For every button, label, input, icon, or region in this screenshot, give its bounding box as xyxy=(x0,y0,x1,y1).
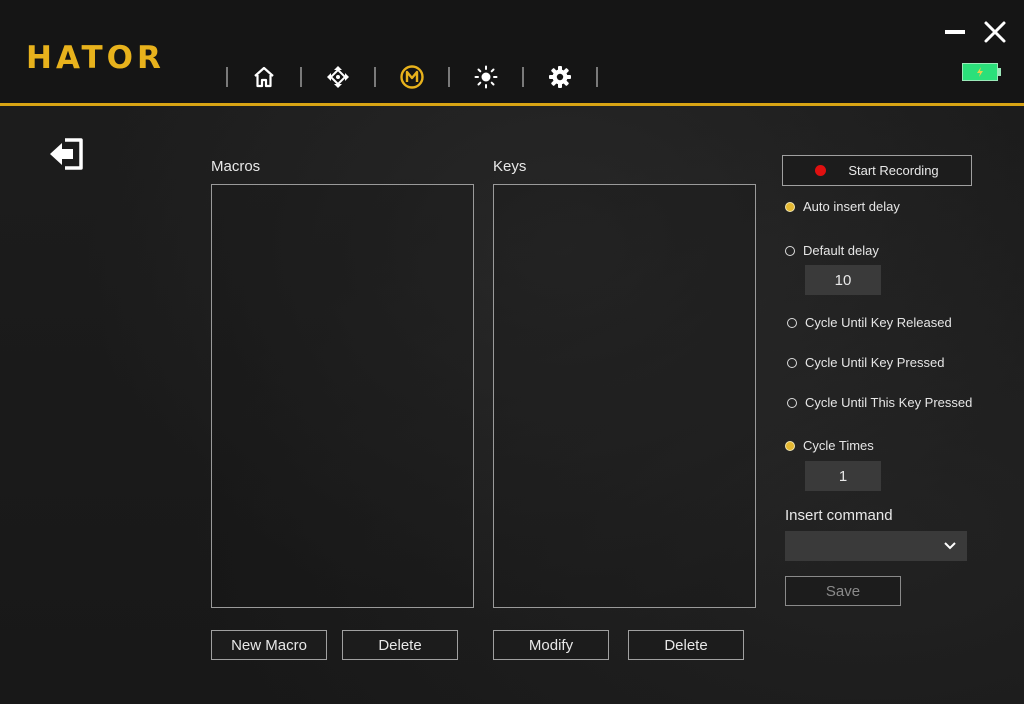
insert-command-label: Insert command xyxy=(785,507,893,524)
record-dot-icon xyxy=(815,165,827,176)
macros-list[interactable] xyxy=(211,184,474,608)
main-nav xyxy=(226,62,598,92)
cycle-times-option[interactable]: Cycle Times xyxy=(785,438,874,453)
hator-logo: HATOR xyxy=(26,40,165,76)
start-recording-button[interactable]: Start Recording xyxy=(782,155,972,186)
home-icon xyxy=(254,66,274,88)
gear-icon xyxy=(549,66,571,88)
close-icon xyxy=(984,21,1006,43)
insert-command-select[interactable] xyxy=(785,531,967,561)
cycle-until-pressed-option[interactable]: Cycle Until Key Pressed xyxy=(787,355,944,370)
nav-lighting-button[interactable] xyxy=(450,62,522,92)
move-arrows-icon xyxy=(327,66,349,88)
exit-arrow-icon xyxy=(50,138,83,170)
nav-home-button[interactable] xyxy=(228,62,300,92)
nav-separator xyxy=(596,67,598,87)
start-recording-label: Start Recording xyxy=(848,163,939,178)
brightness-icon xyxy=(474,65,498,89)
radio-cycle-until-this-pressed[interactable] xyxy=(787,397,797,408)
back-button[interactable] xyxy=(48,137,86,171)
macros-label: Macros xyxy=(211,158,261,175)
cycle-until-released-option[interactable]: Cycle Until Key Released xyxy=(787,315,952,330)
radio-default-delay[interactable] xyxy=(785,245,795,256)
keys-list[interactable] xyxy=(493,184,756,608)
default-delay-option[interactable]: Default delay xyxy=(785,243,879,258)
cycle-times-input[interactable]: 1 xyxy=(805,461,881,491)
radio-cycle-until-pressed[interactable] xyxy=(787,357,797,368)
cycle-until-this-pressed-option[interactable]: Cycle Until This Key Pressed xyxy=(787,395,972,410)
auto-insert-delay-label: Auto insert delay xyxy=(803,199,900,214)
modify-key-button[interactable]: Modify xyxy=(493,630,609,660)
battery-indicator xyxy=(962,63,998,81)
lightning-icon xyxy=(977,67,983,77)
radio-cycle-times[interactable] xyxy=(785,440,795,451)
save-button[interactable]: Save xyxy=(785,576,901,606)
chevron-down-icon xyxy=(944,542,956,550)
cycle-times-label: Cycle Times xyxy=(803,438,874,453)
nav-macro-button[interactable] xyxy=(376,62,448,92)
default-delay-label: Default delay xyxy=(803,243,879,258)
default-delay-input[interactable]: 10 xyxy=(805,265,881,295)
nav-dpi-button[interactable] xyxy=(302,62,374,92)
cycle-until-pressed-label: Cycle Until Key Pressed xyxy=(805,355,945,370)
cycle-until-released-label: Cycle Until Key Released xyxy=(805,315,952,330)
header-accent-line xyxy=(0,103,1024,106)
delete-key-button[interactable]: Delete xyxy=(628,630,744,660)
minimize-button[interactable] xyxy=(944,22,966,42)
battery-tip xyxy=(998,68,1001,76)
new-macro-button[interactable]: New Macro xyxy=(211,630,327,660)
close-button[interactable] xyxy=(983,20,1007,44)
radio-cycle-until-released[interactable] xyxy=(787,317,797,328)
radio-auto-insert-delay[interactable] xyxy=(785,201,795,212)
delete-macro-button[interactable]: Delete xyxy=(342,630,458,660)
nav-settings-button[interactable] xyxy=(524,62,596,92)
macro-m-icon xyxy=(400,65,424,89)
minimize-icon xyxy=(945,30,965,34)
cycle-until-this-pressed-label: Cycle Until This Key Pressed xyxy=(805,395,973,410)
auto-insert-delay-option[interactable]: Auto insert delay xyxy=(785,199,900,214)
keys-label: Keys xyxy=(493,158,527,175)
